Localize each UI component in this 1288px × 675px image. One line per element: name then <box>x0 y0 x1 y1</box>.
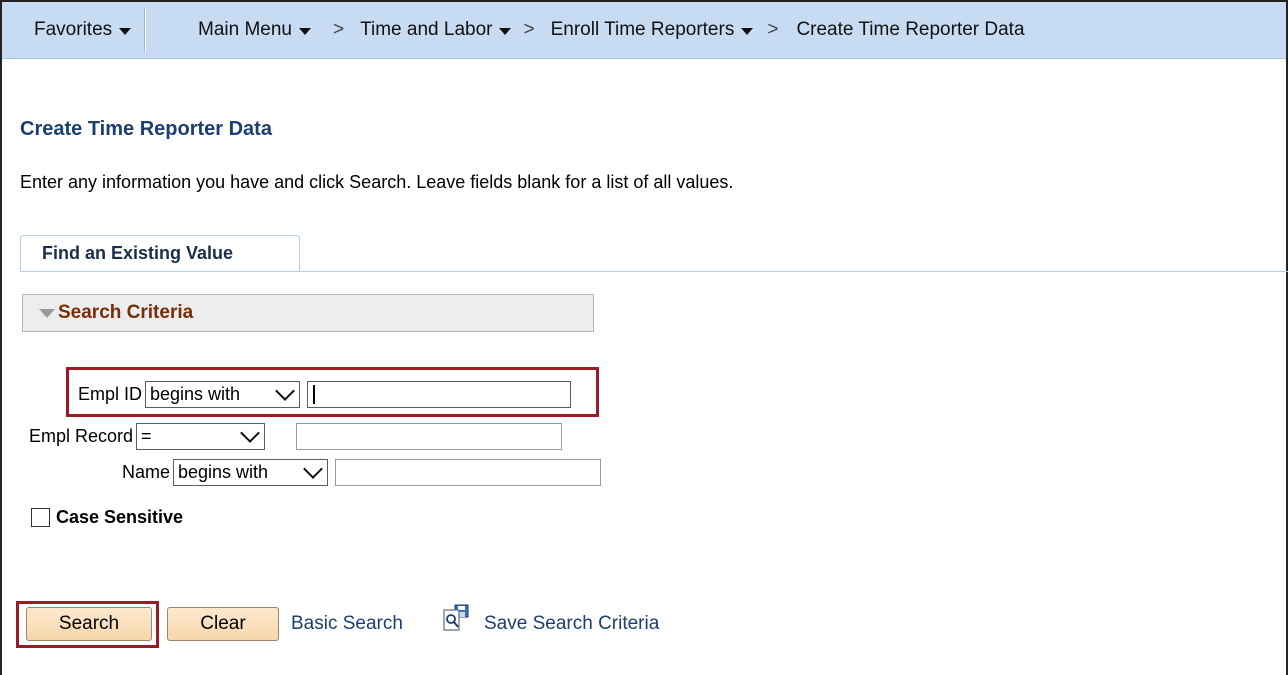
enroll-menu[interactable]: Enroll Time Reporters <box>551 2 754 58</box>
instructions-text: Enter any information you have and click… <box>20 172 734 192</box>
name-label: Name <box>122 462 171 482</box>
search-button[interactable]: Search <box>26 607 152 641</box>
case-sensitive-option: Case Sensitive <box>31 507 183 528</box>
case-sensitive-checkbox[interactable] <box>31 508 50 527</box>
search-criteria-header[interactable]: Search Criteria <box>22 294 594 332</box>
operator-value: begins with <box>178 462 269 482</box>
empl-id-operator-select[interactable]: begins with <box>145 380 301 408</box>
page-title: Create Time Reporter Data <box>20 118 272 140</box>
empl-id-row: Empl ID begins with <box>78 380 572 408</box>
chevron-right-icon: > <box>767 19 779 40</box>
main-menu-label: Main Menu <box>198 19 292 40</box>
main-menu[interactable]: Main Menu <box>146 2 311 58</box>
empl-record-operator-select[interactable]: = <box>136 422 266 450</box>
caret-down-icon <box>299 27 311 35</box>
chevron-down-icon <box>275 380 295 401</box>
caret-down-icon <box>119 27 132 35</box>
current-page-label: Create Time Reporter Data <box>796 19 1025 40</box>
operator-value: = <box>141 426 152 446</box>
caret-down-icon <box>741 27 754 35</box>
breadcrumb-navbar: Favorites Main Menu > Time and Labor > E… <box>2 2 1286 59</box>
name-operator-select[interactable]: begins with <box>173 458 329 486</box>
page-frame <box>0 0 1288 675</box>
current-page-crumb: Create Time Reporter Data <box>796 2 1024 58</box>
tab-divider <box>20 271 1288 272</box>
empl-id-input[interactable] <box>307 381 572 408</box>
name-row: Name begins with <box>122 458 602 486</box>
empl-record-row: Empl Record = <box>29 422 563 450</box>
empl-record-label: Empl Record <box>29 426 134 446</box>
case-sensitive-label: Case Sensitive <box>56 507 184 527</box>
chevron-right-icon: > <box>523 19 535 40</box>
save-search-criteria-link[interactable]: Save Search Criteria <box>484 613 659 635</box>
favorites-label: Favorites <box>34 19 113 40</box>
empl-id-label: Empl ID <box>78 384 143 404</box>
chevron-down-icon <box>240 422 260 443</box>
time-labor-label: Time and Labor <box>360 19 493 40</box>
tab-find-existing-value[interactable]: Find an Existing Value <box>20 235 300 271</box>
operator-value: begins with <box>150 384 241 404</box>
favorites-menu[interactable]: Favorites <box>2 2 144 58</box>
basic-search-link[interactable]: Basic Search <box>291 613 403 635</box>
text-cursor <box>313 385 315 404</box>
tab-label: Find an Existing Value <box>42 243 234 263</box>
chevron-down-icon <box>303 458 323 479</box>
empl-record-input[interactable] <box>296 423 563 450</box>
time-labor-menu[interactable]: Time and Labor <box>360 2 512 58</box>
save-search-icon[interactable] <box>442 604 470 632</box>
chevron-right-icon: > <box>333 19 345 40</box>
collapse-triangle-icon <box>39 308 55 318</box>
enroll-label: Enroll Time Reporters <box>550 19 735 40</box>
clear-button[interactable]: Clear <box>167 607 279 641</box>
search-criteria-label: Search Criteria <box>58 302 194 323</box>
caret-down-icon <box>499 27 512 35</box>
name-input[interactable] <box>335 459 602 486</box>
